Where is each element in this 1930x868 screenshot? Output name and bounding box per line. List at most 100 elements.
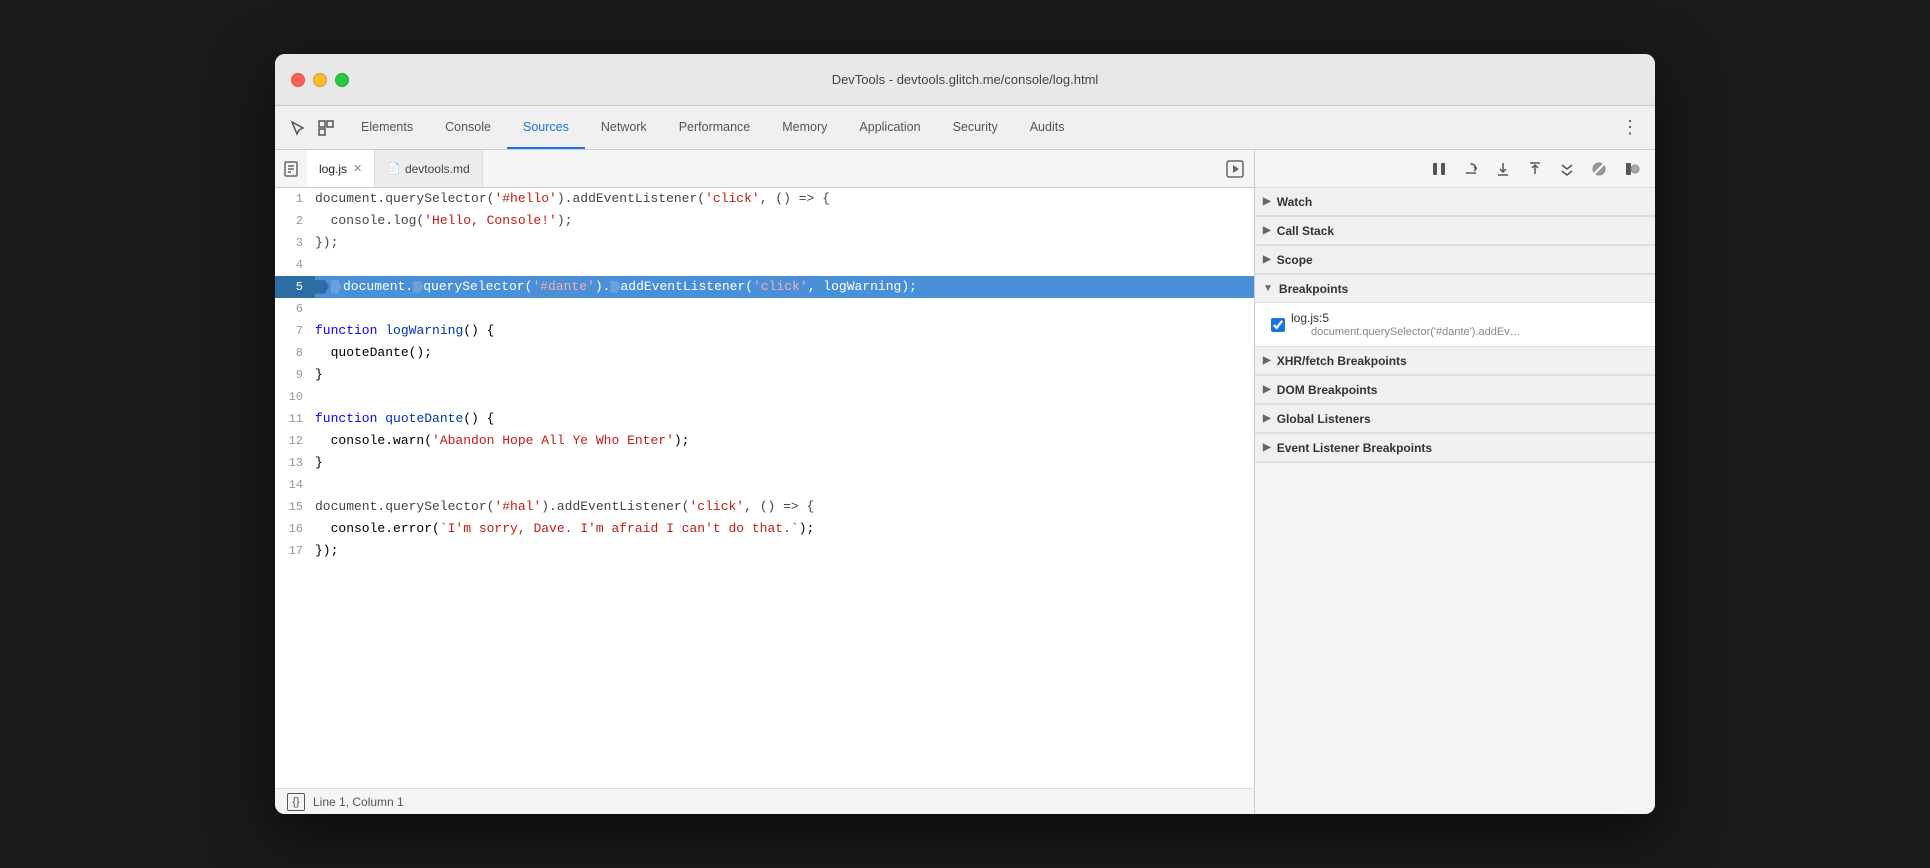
tab-bar-icons bbox=[279, 106, 345, 149]
event-listener-breakpoints-label: Event Listener Breakpoints bbox=[1277, 441, 1432, 455]
tab-audits[interactable]: Audits bbox=[1014, 106, 1081, 149]
devtools-window: DevTools - devtools.glitch.me/console/lo… bbox=[275, 54, 1655, 814]
scope-chevron: ▶ bbox=[1263, 254, 1271, 265]
xhr-breakpoints-label: XHR/fetch Breakpoints bbox=[1277, 354, 1407, 368]
code-line-11: 11 function quoteDante() { bbox=[275, 408, 1254, 430]
event-listener-breakpoints-section: ▶ Event Listener Breakpoints bbox=[1255, 434, 1655, 463]
file-tab-logjs-name: log.js bbox=[319, 162, 347, 176]
xhr-breakpoints-section: ▶ XHR/fetch Breakpoints bbox=[1255, 347, 1655, 376]
code-line-6: 6 bbox=[275, 298, 1254, 320]
code-line-14: 14 bbox=[275, 474, 1254, 496]
code-line-8: 8 quoteDante(); bbox=[275, 342, 1254, 364]
watch-chevron: ▶ bbox=[1263, 196, 1271, 207]
callstack-label: Call Stack bbox=[1277, 224, 1334, 238]
event-listener-breakpoints-header[interactable]: ▶ Event Listener Breakpoints bbox=[1255, 434, 1655, 462]
global-listeners-section: ▶ Global Listeners bbox=[1255, 405, 1655, 434]
code-line-15: 15 document.querySelector('#hal').addEve… bbox=[275, 496, 1254, 518]
code-editor: 1 document.querySelector('#hello').addEv… bbox=[275, 188, 1254, 788]
code-line-1: 1 document.querySelector('#hello').addEv… bbox=[275, 188, 1254, 210]
global-listeners-header[interactable]: ▶ Global Listeners bbox=[1255, 405, 1655, 433]
scope-section: ▶ Scope bbox=[1255, 246, 1655, 275]
code-line-4: 4 bbox=[275, 254, 1254, 276]
watch-label: Watch bbox=[1277, 195, 1313, 209]
cursor-position: Line 1, Column 1 bbox=[313, 795, 404, 809]
dom-breakpoints-header[interactable]: ▶ DOM Breakpoints bbox=[1255, 376, 1655, 404]
watch-header[interactable]: ▶ Watch bbox=[1255, 188, 1655, 216]
inspect-icon[interactable] bbox=[315, 117, 337, 139]
dom-chevron: ▶ bbox=[1263, 384, 1271, 395]
file-tab-devtoolsmd-name: devtools.md bbox=[405, 162, 470, 176]
format-icon[interactable]: {} bbox=[287, 793, 305, 811]
close-button[interactable] bbox=[291, 73, 305, 87]
file-tabs: log.js ✕ 📄 devtools.md bbox=[275, 150, 1254, 188]
code-line-10: 10 bbox=[275, 386, 1254, 408]
dom-breakpoints-label: DOM Breakpoints bbox=[1277, 383, 1378, 397]
event-listener-chevron: ▶ bbox=[1263, 442, 1271, 453]
code-line-17: 17 }); bbox=[275, 540, 1254, 562]
scope-label: Scope bbox=[1277, 253, 1313, 267]
tab-security[interactable]: Security bbox=[937, 106, 1014, 149]
tab-application[interactable]: Application bbox=[843, 106, 936, 149]
traffic-lights bbox=[291, 73, 349, 87]
dom-breakpoints-section: ▶ DOM Breakpoints bbox=[1255, 376, 1655, 405]
code-line-16: 16 console.error(`I'm sorry, Dave. I'm a… bbox=[275, 518, 1254, 540]
code-line-7: 7 function logWarning() { bbox=[275, 320, 1254, 342]
left-panel: log.js ✕ 📄 devtools.md bbox=[275, 150, 1255, 814]
code-line-9: 9 } bbox=[275, 364, 1254, 386]
file-md-icon: 📄 bbox=[387, 162, 401, 175]
file-tab-logjs[interactable]: log.js ✕ bbox=[307, 150, 375, 187]
title-bar: DevTools - devtools.glitch.me/console/lo… bbox=[275, 54, 1655, 106]
debugger-toolbar bbox=[1255, 150, 1655, 188]
tab-console[interactable]: Console bbox=[429, 106, 507, 149]
breakpoints-content: log.js:5 document.querySelector('#dante'… bbox=[1255, 303, 1655, 346]
scope-header[interactable]: ▶ Scope bbox=[1255, 246, 1655, 274]
pause-resume-button[interactable] bbox=[1427, 157, 1451, 181]
callstack-chevron: ▶ bbox=[1263, 225, 1271, 236]
file-tab-devtoolsmd[interactable]: 📄 devtools.md bbox=[375, 150, 482, 187]
callstack-section: ▶ Call Stack bbox=[1255, 217, 1655, 246]
xhr-chevron: ▶ bbox=[1263, 355, 1271, 366]
xhr-breakpoints-header[interactable]: ▶ XHR/fetch Breakpoints bbox=[1255, 347, 1655, 375]
more-options-button[interactable]: ⋮ bbox=[1613, 113, 1647, 142]
code-line-12: 12 console.warn('Abandon Hope All Ye Who… bbox=[275, 430, 1254, 452]
tab-bar-right: ⋮ bbox=[1613, 106, 1655, 149]
breakpoints-label: Breakpoints bbox=[1279, 282, 1348, 296]
fullscreen-button[interactable] bbox=[335, 73, 349, 87]
content-area: log.js ✕ 📄 devtools.md bbox=[275, 150, 1655, 814]
tab-network[interactable]: Network bbox=[585, 106, 663, 149]
deactivate-breakpoints-button[interactable] bbox=[1587, 157, 1611, 181]
status-bar: {} Line 1, Column 1 bbox=[275, 788, 1254, 814]
watch-section: ▶ Watch bbox=[1255, 188, 1655, 217]
file-tab-logjs-close[interactable]: ✕ bbox=[353, 162, 362, 175]
code-line-2: 2 console.log('Hello, Console!'); bbox=[275, 210, 1254, 232]
step-over-button[interactable] bbox=[1459, 157, 1483, 181]
pause-on-exception-button[interactable] bbox=[1619, 157, 1643, 181]
run-snippet-icon[interactable] bbox=[1224, 158, 1246, 180]
global-listeners-chevron: ▶ bbox=[1263, 413, 1271, 424]
tab-memory[interactable]: Memory bbox=[766, 106, 843, 149]
breakpoint-code-preview: document.querySelector('#dante').addEv… bbox=[1291, 326, 1521, 338]
right-panel: ▶ Watch ▶ Call Stack ▶ Scope bbox=[1255, 150, 1655, 814]
cursor-icon[interactable] bbox=[287, 117, 309, 139]
callstack-header[interactable]: ▶ Call Stack bbox=[1255, 217, 1655, 245]
code-line-3: 3 }); bbox=[275, 232, 1254, 254]
tab-bar: Elements Console Sources Network Perform… bbox=[275, 106, 1655, 150]
tab-elements[interactable]: Elements bbox=[345, 106, 429, 149]
code-line-5: 5 document.querySelector('#dante').addEv… bbox=[275, 276, 1254, 298]
breakpoints-header[interactable]: ▼ Breakpoints bbox=[1255, 275, 1655, 303]
breakpoint-file-label: log.js:5 bbox=[1291, 311, 1521, 325]
tab-performance[interactable]: Performance bbox=[663, 106, 767, 149]
step-into-button[interactable] bbox=[1491, 157, 1515, 181]
global-listeners-label: Global Listeners bbox=[1277, 412, 1371, 426]
step-out-button[interactable] bbox=[1523, 157, 1547, 181]
breakpoints-section: ▼ Breakpoints log.js:5 document.querySel… bbox=[1255, 275, 1655, 347]
breakpoint-item-1[interactable]: log.js:5 document.querySelector('#dante'… bbox=[1255, 307, 1655, 342]
breakpoint-checkbox-1[interactable] bbox=[1271, 318, 1285, 332]
breakpoints-chevron: ▼ bbox=[1263, 283, 1273, 294]
code-line-13: 13 } bbox=[275, 452, 1254, 474]
file-tabs-right bbox=[1224, 150, 1254, 187]
minimize-button[interactable] bbox=[313, 73, 327, 87]
tab-sources[interactable]: Sources bbox=[507, 106, 585, 149]
file-panel-icon[interactable] bbox=[275, 150, 307, 187]
step-button[interactable] bbox=[1555, 157, 1579, 181]
